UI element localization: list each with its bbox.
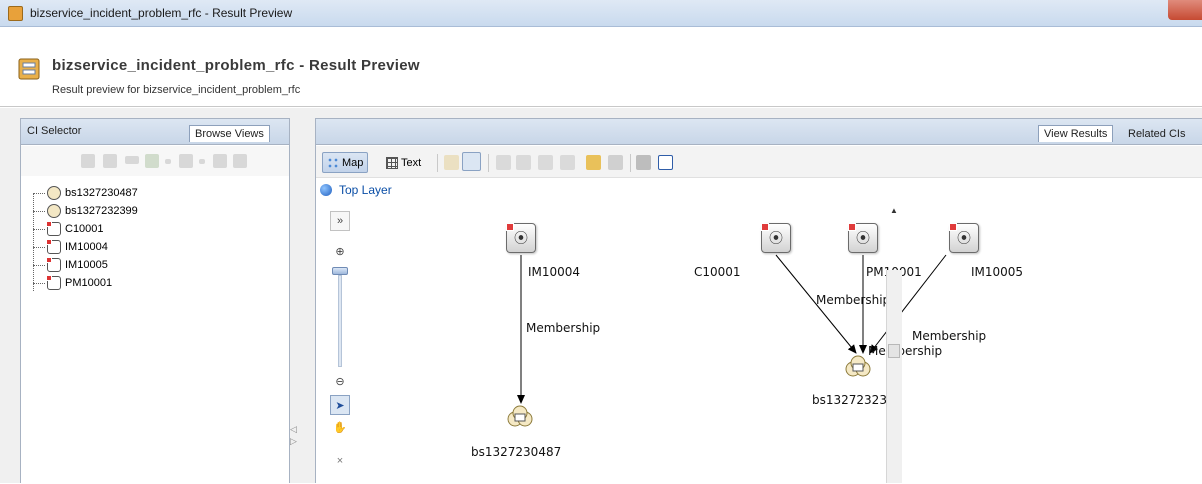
zoom-out-button[interactable]: ⊖ [330,371,350,391]
scroll-up-icon[interactable]: ▲ [890,206,898,215]
related-ci-icon[interactable] [608,155,623,170]
tree-item[interactable]: PM10001 [33,274,112,292]
page-title: bizservice_incident_problem_rfc - Result… [52,57,420,74]
remove-icon[interactable] [125,156,139,164]
left-tab-bar: CI Selector Browse Views [21,119,289,145]
close-window-button[interactable] [1168,0,1202,20]
ci-node-im10004[interactable]: ⦿ [506,223,536,253]
edge-label: Membership [526,321,601,335]
topology-map[interactable]: ⦿ IM10004 ⦿ C10001 ⦿ PM10001 ⦿ IM10005 b… [356,203,1202,484]
move-up-icon[interactable] [496,155,511,170]
layout-icon[interactable] [636,155,651,170]
copy-icon[interactable] [213,154,227,168]
text-label: Text [401,156,422,169]
scroll-thumb[interactable] [888,344,900,358]
dropdown-arrow-icon[interactable] [165,159,171,164]
incident-icon [46,239,61,254]
zoom-in-button[interactable]: ⊕ [330,241,350,261]
breadcrumb-top-layer[interactable]: Top Layer [339,183,392,197]
ci-tree: bs1327230487 bs1327232399 C10001 IM10004… [21,183,289,303]
left-panel: CI Selector Browse Views bs1327230487 bs… [20,118,290,483]
map-icon [327,156,339,169]
dropdown-arrow-icon-2[interactable] [199,159,205,164]
tree-item[interactable]: C10001 [33,220,104,238]
properties-icon[interactable] [560,155,575,170]
map-vertical-scrollbar[interactable]: ▲ [886,206,902,483]
edge-label: Membership [912,329,987,343]
add-icon[interactable] [81,154,95,168]
select-tool-button[interactable]: ➤ [330,395,350,415]
tab-view-results[interactable]: View Results [1038,125,1114,142]
tree-item[interactable]: bs1327230487 [33,184,138,202]
ci-node-im10005[interactable]: ⦿ [949,223,979,253]
dialog-header: bizservice_incident_problem_rfc - Result… [0,27,1202,107]
problem-icon [46,275,61,290]
tree-item[interactable]: IM10004 [33,238,108,256]
text-view-button[interactable]: Text [386,152,421,173]
collapse-tools-button[interactable]: × [330,451,350,471]
tree-item-label: bs1327232399 [65,205,138,217]
right-panel: View Results Related CIs Map Text Top La… [315,118,1202,483]
panel-splitter[interactable]: ◁ ▷ [290,108,314,483]
globe-icon [320,184,332,196]
ci-node-pm10001[interactable]: ⦿ [848,223,878,253]
tree-item-label: PM10001 [65,277,113,289]
link-icon[interactable] [103,154,117,168]
tab-related-cis[interactable]: Related CIs [1128,128,1185,140]
new-ci-icon[interactable] [586,155,601,170]
up-level-icon[interactable] [444,155,459,170]
rfc-icon [46,221,61,236]
zoom-controls: » ⊕ ⊖ ➤ ✋ × [330,211,350,484]
window-title: bizservice_incident_problem_rfc - Result… [30,6,293,20]
list-layout-icon[interactable] [462,152,481,171]
node-label: C10001 [694,265,741,279]
edge-label: Membership [816,293,891,307]
window-title-bar: bizservice_incident_problem_rfc - Result… [0,0,1202,27]
paste-icon[interactable] [233,154,247,168]
tab-browse-views[interactable]: Browse Views [189,125,270,142]
properties-icon[interactable] [145,154,159,168]
zoom-slider-thumb[interactable] [332,267,348,275]
tree-item-label: IM10005 [65,259,108,271]
expand-panel-button[interactable]: » [330,211,350,231]
ci-node-c10001[interactable]: ⦿ [761,223,791,253]
breadcrumb[interactable]: Top Layer [320,181,392,199]
tab-ci-selector[interactable]: CI Selector [27,125,81,137]
delete-icon[interactable] [538,155,553,170]
node-label: IM10005 [971,265,1024,279]
tree-item-label: bs1327230487 [65,187,138,199]
node-label: bs1327230487 [471,445,562,459]
map-label: Map [342,156,364,169]
business-service-node-bs1327230487[interactable] [506,403,534,431]
grid-icon [386,156,398,169]
window-icon[interactable] [658,155,673,170]
node-label: IM10004 [528,265,581,279]
expand-right-icon[interactable]: ▷ [290,436,297,447]
incident-icon [46,257,61,272]
business-service-icon [47,186,61,200]
left-toolbar [21,146,289,176]
move-down-icon[interactable] [516,155,531,170]
map-view-button[interactable]: Map [322,152,369,173]
collapse-left-icon[interactable]: ◁ [290,424,297,435]
page-subtitle: Result preview for bizservice_incident_p… [52,84,301,96]
pan-tool-button[interactable]: ✋ [330,417,350,437]
business-service-icon [47,204,61,218]
zoom-slider[interactable] [338,275,342,367]
save-icon[interactable] [179,154,193,168]
tree-item-label: IM10004 [65,241,108,253]
tree-item[interactable]: bs1327232399 [33,202,138,220]
result-preview-icon [18,58,40,80]
java-app-icon [8,6,23,21]
tree-item[interactable]: IM10005 [33,256,108,274]
map-toolbar: Map Text [316,146,1202,178]
tree-item-label: C10001 [65,223,104,235]
right-tab-bar: View Results Related CIs [316,119,1202,145]
edge-label: Membership [868,344,943,358]
